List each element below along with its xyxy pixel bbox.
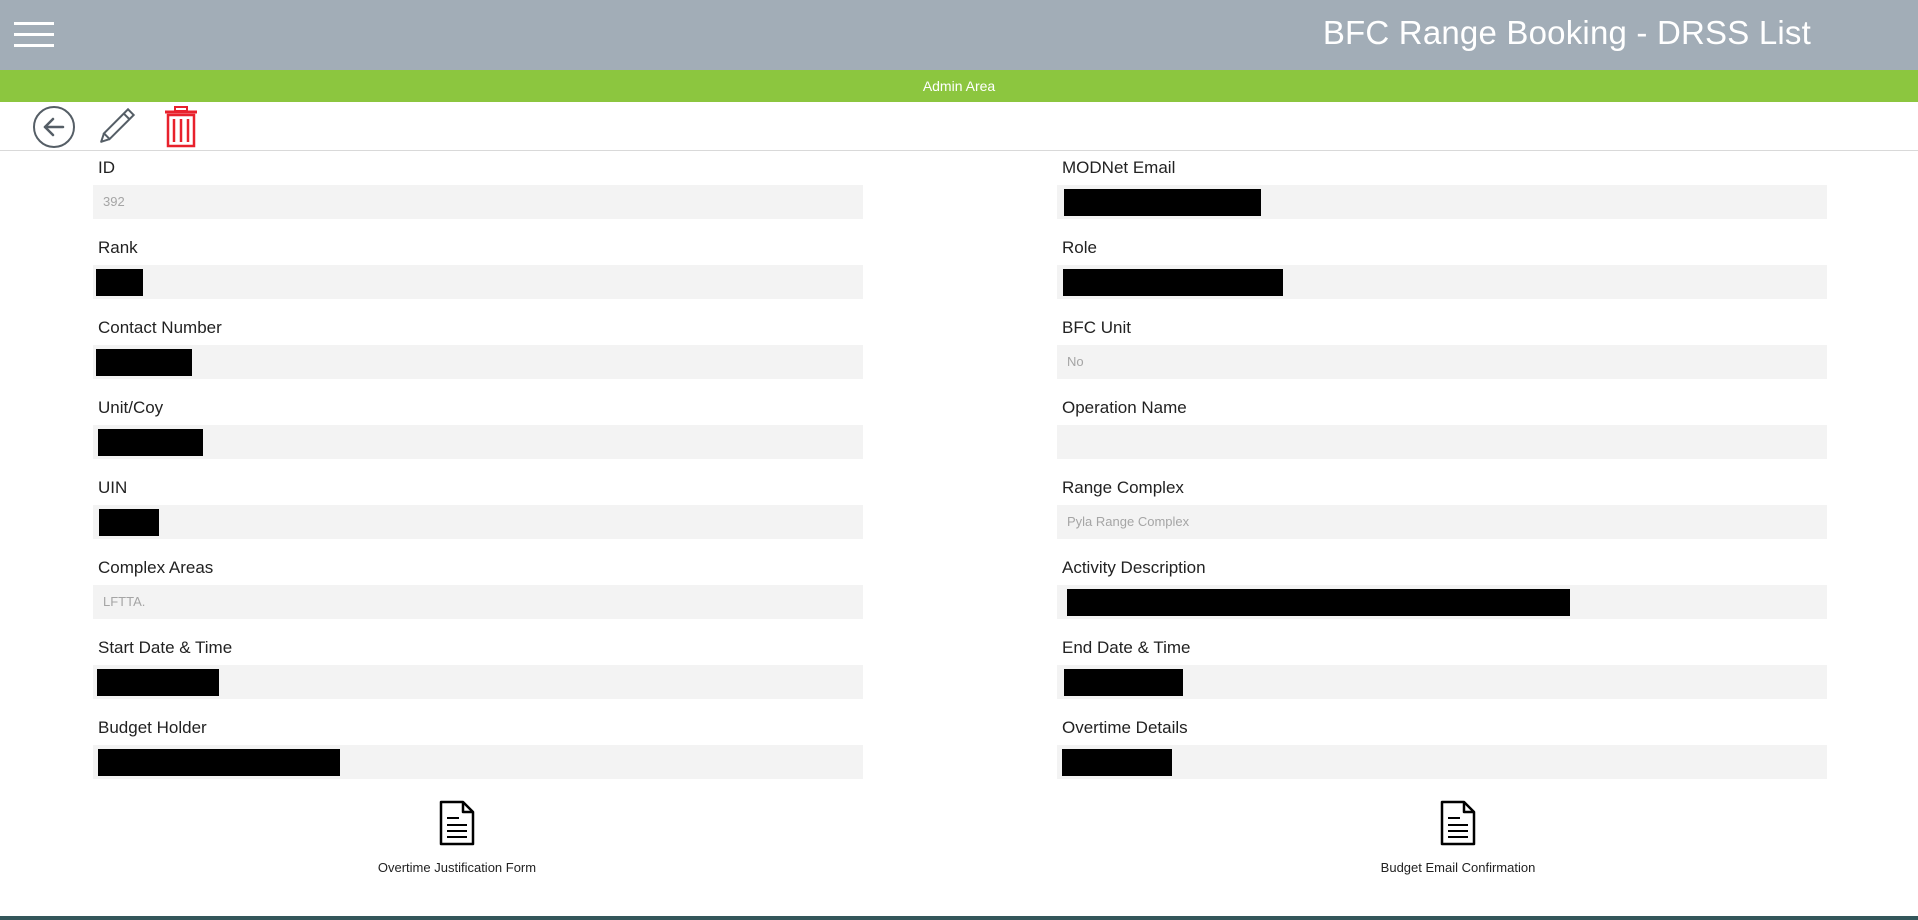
contact-number-field[interactable] [93,345,863,379]
end-date-time-field[interactable] [1057,665,1827,699]
overtime-details-label: Overtime Details [1062,718,1188,737]
modnet-email-field[interactable] [1057,185,1827,219]
redacted-value [98,429,203,456]
role-label: Role [1062,238,1097,257]
redacted-value [1063,269,1283,296]
redacted-value [96,349,192,376]
hamburger-menu-icon[interactable] [14,22,54,50]
redacted-value [97,669,219,696]
admin-area-bar: Admin Area [0,70,1918,102]
document-icon [1440,800,1476,846]
rank-field[interactable] [93,265,863,299]
activity-description-label: Activity Description [1062,558,1206,577]
range-complex-label: Range Complex [1062,478,1184,497]
unit-coy-label: Unit/Coy [98,398,164,417]
id-label: ID [98,158,115,177]
document-icon [439,800,475,846]
bfc-unit-field[interactable]: No [1057,345,1827,379]
range-complex-value: Pyla Range Complex [1067,514,1190,529]
complex-areas-value: LFTTA. [103,594,146,609]
page-title: BFC Range Booking - DRSS List [1322,14,1811,51]
budget-holder-label: Budget Holder [98,718,207,737]
redacted-value [99,509,159,536]
redacted-value [1067,589,1570,616]
id-field[interactable]: 392 [93,185,863,219]
complex-areas-field[interactable]: LFTTA. [93,585,863,619]
bfc-unit-value: No [1067,354,1084,369]
back-arrow-icon[interactable] [32,105,76,149]
bottom-border [0,916,1918,920]
start-date-time-label: Start Date & Time [98,638,233,657]
trash-icon[interactable] [159,105,203,149]
overtime-justification-form-link[interactable]: Overtime Justification Form [332,800,582,880]
start-date-time-field[interactable] [93,665,863,699]
redacted-value [98,749,340,776]
modnet-email-label: MODNet Email [1062,158,1176,177]
uin-field[interactable] [93,505,863,539]
overtime-details-field[interactable] [1057,745,1827,779]
activity-description-field[interactable] [1057,585,1827,619]
redacted-value [1064,669,1183,696]
unit-coy-field[interactable] [93,425,863,459]
budget-email-confirmation-link[interactable]: Budget Email Confirmation [1333,800,1583,880]
attachment-label: Budget Email Confirmation [1380,860,1536,875]
record-toolbar [0,102,1918,151]
pencil-icon[interactable] [94,105,138,149]
role-field[interactable] [1057,265,1827,299]
attachment-label: Overtime Justification Form [377,860,537,875]
operation-name-field[interactable] [1057,425,1827,459]
complex-areas-label: Complex Areas [98,558,214,577]
redacted-value [96,269,143,296]
bfc-unit-label: BFC Unit [1062,318,1131,337]
end-date-time-label: End Date & Time [1062,638,1191,657]
budget-holder-field[interactable] [93,745,863,779]
redacted-value [1062,749,1172,776]
range-complex-field[interactable]: Pyla Range Complex [1057,505,1827,539]
operation-name-label: Operation Name [1062,398,1187,417]
rank-label: Rank [98,238,138,257]
uin-label: UIN [98,478,128,497]
app-header: BFC Range Booking - DRSS List [0,0,1918,70]
redacted-value [1064,189,1261,216]
contact-number-label: Contact Number [98,318,222,337]
id-value: 392 [103,194,125,209]
